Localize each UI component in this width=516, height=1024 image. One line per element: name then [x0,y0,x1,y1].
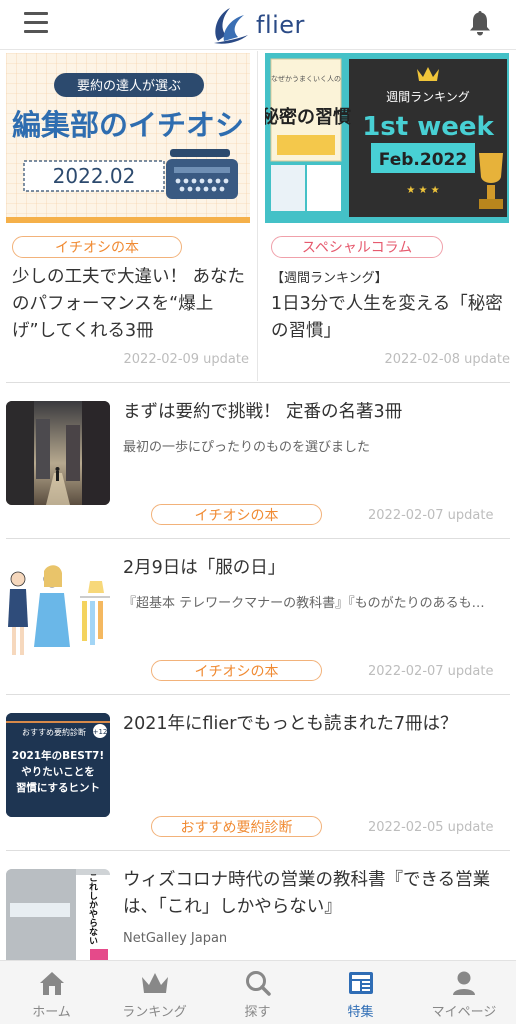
feature-icon [348,972,373,994]
update-date: 2022-02-07 update [368,664,494,679]
editor-pick-banner-image: 要約の達人が選ぶ 編集部のイチオシ 2022.02 [6,53,250,223]
list-item[interactable]: 2月9日は「服の日」 『超基本 テレワークマナーの教科書』『ものがたりのあるも…… [0,539,516,694]
title-line: は、「これ」しかやらない』 [123,897,342,917]
thumb-header-text: おすすめ要約診断 [22,727,86,737]
banner-date-text: 2022.02 [53,164,136,188]
hamburger-menu-icon[interactable] [24,12,48,34]
update-date: 2022-02-08 update [384,352,511,367]
weekly-ranking-banner: 秘密の習慣 なぜかうまくいく人の 週間ランキング 1st week Feb.20… [265,53,509,223]
list-item[interactable]: これしかやらない ウィズコロナ時代の営業の教科書『できる営業 は、「これ」しかや… [0,851,516,973]
thumb-line-text: やりたいことを [21,766,95,778]
flier-logo[interactable]: flier [208,4,308,46]
category-tag[interactable]: イチオシの本 [151,504,322,525]
featured-card-weekly-ranking[interactable]: 秘密の習慣 なぜかうまくいく人の 週間ランキング 1st week Feb.20… [259,51,516,381]
editor-pick-banner: 要約の達人が選ぶ 編集部のイチオシ 2022.02 [6,53,250,223]
update-date: 2022-02-09 update [123,352,250,367]
ranking-week-text: 1st week [362,112,494,142]
nav-label: 探す [244,1005,271,1020]
weekly-ranking-banner-image: 秘密の習慣 なぜかうまくいく人の 週間ランキング 1st week Feb.20… [265,53,509,223]
featured-card-editor-pick[interactable]: 要約の達人が選ぶ 編集部のイチオシ 2022.02 イチオシの本 少しの工夫で大… [0,51,258,381]
article-title: 2021年にflierでもっとも読まれた7冊は？ [123,714,458,734]
flier-logo-icon [214,8,248,44]
featured-subtitle: 【週間ランキング】 [271,271,388,286]
search-icon [245,971,271,996]
bottom-navigation: ホーム ランキング 探す 特集 マイページ [0,960,516,1024]
article-thumbnail: これしかやらない [6,869,110,973]
banner-badge-text: 要約の達人が選ぶ [77,79,181,94]
nav-tab-search[interactable]: 探す [206,961,309,1024]
notification-bell-icon[interactable] [468,9,492,37]
svg-text:+12: +12 [93,728,108,736]
top-header: flier [0,0,516,50]
nav-tab-mypage[interactable]: マイページ [412,961,516,1024]
article-title: ウィズコロナ時代の営業の教科書『できる営業 は、「これ」しかやらない』 [123,867,508,921]
logo-text: flier [256,11,305,39]
title-line: の習慣」 [271,321,341,341]
article-thumbnail [6,557,110,661]
nav-tab-ranking[interactable]: ランキング [103,961,206,1024]
featured-section: 要約の達人が選ぶ 編集部のイチオシ 2022.02 イチオシの本 少しの工夫で大… [0,51,516,381]
category-tag[interactable]: イチオシの本 [151,660,322,681]
title-line: のパフォーマンスを“爆上 [12,294,214,314]
nav-tab-home[interactable]: ホーム [0,961,103,1024]
book-sub-text: なぜかうまくいく人の [271,75,341,83]
ranking-month-text: Feb.2022 [379,150,467,170]
category-tag[interactable]: イチオシの本 [12,236,182,258]
article-title: まずは要約で挑戦！ 定番の名著3冊 [123,402,403,422]
nav-label: ランキング [122,1005,187,1020]
svg-text:★ ★ ★: ★ ★ ★ [406,185,439,196]
featured-title[interactable]: 1日3分で人生を変える「秘密 の習慣」 [271,291,511,345]
nav-label: 特集 [347,1005,374,1020]
article-title: 2月9日は「服の日」 [123,558,286,578]
home-icon [39,972,64,995]
title-line: 1日3分で人生を変える「秘密 [271,294,503,314]
article-thumbnail [6,401,110,505]
nav-label: ホーム [32,1005,71,1020]
article-description: 最初の一歩にぴったりのものを選びました [123,440,371,455]
thumb-book-text: これしかやらない [87,873,98,945]
thumb-line-text: 習慣にするヒント [16,781,100,794]
article-source: NetGalley Japan [123,931,228,946]
featured-title[interactable]: 少しの工夫で大違い！ あなた のパフォーマンスを“爆上 げ”してくれる3冊 [12,264,252,345]
title-line: げ”してくれる3冊 [12,321,154,341]
title-line: 少しの工夫で大違い！ あなた [12,267,246,287]
list-item[interactable]: おすすめ要約診断 +12 2021年のBEST7! やりたいことを 習慣にするヒ… [0,695,516,850]
update-date: 2022-02-07 update [368,508,494,523]
typewriter-icon [166,149,238,199]
list-item[interactable]: まずは要約で挑戦！ 定番の名著3冊 最初の一歩にぴったりのものを選びました イチ… [0,383,516,538]
app-screen: flier 要約の達人が選ぶ 編集部のイチオシ 2022.02 イチオシの本 少… [0,0,516,1024]
thumb-line-text: 2021年のBEST7! [12,749,104,762]
update-date: 2022-02-05 update [368,820,494,835]
category-tag[interactable]: スペシャルコラム [271,236,443,258]
nav-tab-feature[interactable]: 特集 [309,961,412,1024]
category-tag[interactable]: おすすめ要約診断 [151,816,322,837]
title-line: ウィズコロナ時代の営業の教科書『できる営業 [123,870,491,890]
book-title-text: 秘密の習慣 [265,106,351,128]
nav-label: マイページ [431,1005,497,1020]
ranking-heading-text: 週間ランキング [386,90,470,104]
crown-icon [141,973,168,993]
article-thumbnail: おすすめ要約診断 +12 2021年のBEST7! やりたいことを 習慣にするヒ… [6,713,110,817]
person-icon [453,971,475,995]
article-description: 『超基本 テレワークマナーの教科書』『ものがたりのあるも… [123,596,485,611]
banner-title-text: 編集部のイチオシ [12,108,244,142]
